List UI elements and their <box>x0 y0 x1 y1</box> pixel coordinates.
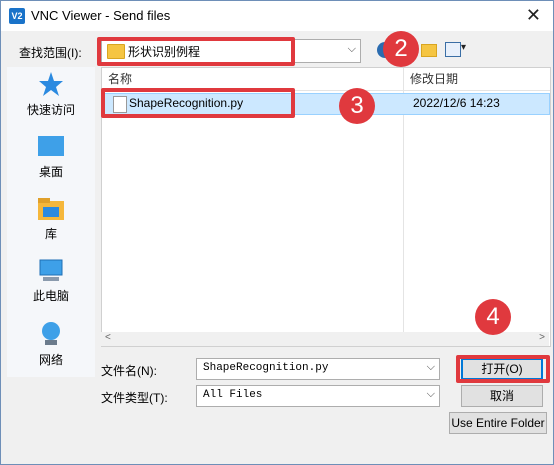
chevron-down-icon: ⌵ <box>347 43 356 55</box>
filename-value: ShapeRecognition.py <box>203 362 329 374</box>
filename-input[interactable]: ShapeRecognition.py ⌵ <box>196 358 440 380</box>
dialog-window: V2 VNC Viewer - Send files ✕ 查找范围(I): 形状… <box>0 0 554 465</box>
place-label: 桌面 <box>38 165 63 179</box>
view-menu-icon[interactable] <box>445 42 461 57</box>
column-header-name[interactable]: 名称 <box>108 68 132 90</box>
vnc-app-icon: V2 <box>9 8 25 24</box>
cancel-button[interactable]: 取消 <box>461 385 543 407</box>
highlight-open <box>456 355 550 383</box>
filetype-label: 文件类型(T): <box>101 391 168 405</box>
network-icon <box>42 322 60 345</box>
place-label: 此电脑 <box>32 289 69 303</box>
desktop-icon <box>38 136 64 156</box>
place-quick-access[interactable]: 快速访问 <box>7 71 95 118</box>
column-header-date[interactable]: 修改日期 <box>410 68 458 90</box>
filetype-value: All Files <box>203 389 263 401</box>
step-badge-3: 3 <box>339 88 375 124</box>
window-title: VNC Viewer - Send files <box>31 8 171 23</box>
filetype-select[interactable]: All Files ⌵ <box>196 385 440 407</box>
place-this-pc[interactable]: 此电脑 <box>7 259 95 304</box>
step-badge-4: 4 <box>475 299 511 335</box>
place-network[interactable]: 网络 <box>7 321 95 368</box>
highlight-file <box>101 88 295 118</box>
scroll-left-icon[interactable]: < <box>105 332 111 343</box>
look-in-label: 查找范围(I): <box>19 46 82 60</box>
horizontal-scrollbar[interactable]: < > <box>101 332 549 346</box>
place-library[interactable]: 库 <box>7 197 95 242</box>
place-label: 快速访问 <box>26 103 75 117</box>
title-bar: V2 VNC Viewer - Send files ✕ <box>1 1 553 31</box>
close-icon[interactable]: ✕ <box>526 5 541 26</box>
file-date: 2022/12/6 14:23 <box>413 96 500 110</box>
computer-icon <box>39 259 63 281</box>
chevron-down-icon[interactable]: ⌵ <box>427 388 435 401</box>
places-bar: 快速访问 桌面 库 此电脑 网络 <box>7 67 95 377</box>
place-label: 库 <box>44 227 57 241</box>
step-badge-2: 2 <box>383 31 419 67</box>
library-icon <box>38 198 64 220</box>
view-menu-arrow-icon[interactable]: ▾ <box>461 42 466 53</box>
filename-label: 文件名(N): <box>101 364 157 378</box>
place-desktop[interactable]: 桌面 <box>7 135 95 180</box>
highlight-lookin <box>97 37 295 66</box>
place-label: 网络 <box>38 353 63 367</box>
use-entire-folder-button[interactable]: Use Entire Folder <box>449 412 547 434</box>
scroll-right-icon[interactable]: > <box>539 332 545 343</box>
star-icon <box>39 72 63 96</box>
chevron-down-icon[interactable]: ⌵ <box>427 361 435 374</box>
new-folder-icon[interactable] <box>421 44 437 57</box>
